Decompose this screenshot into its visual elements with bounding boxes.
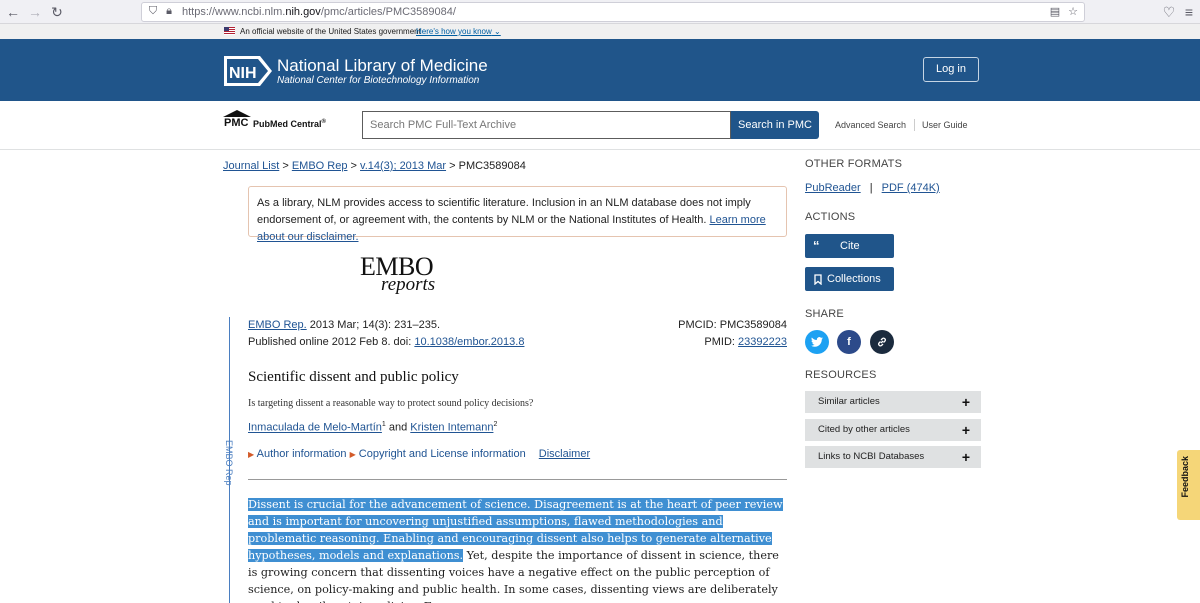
author-link[interactable]: Inmaculada de Melo-Martín xyxy=(248,422,382,434)
menu-icon[interactable]: ≡ xyxy=(1180,3,1198,21)
similar-articles-toggle[interactable]: Similar articles + xyxy=(805,391,981,413)
other-formats-heading: OTHER FORMATS xyxy=(805,158,903,170)
heres-how-link[interactable]: Here's how you know ⌄ xyxy=(416,27,501,36)
author-information-toggle[interactable]: Author information xyxy=(257,448,347,460)
side-journal-label: EMBO Rep xyxy=(224,440,234,486)
disclaimer-box: As a library, NLM provides access to sci… xyxy=(248,186,787,243)
copyright-license-toggle[interactable]: Copyright and License information xyxy=(359,448,526,460)
reload-icon[interactable]: ↻ xyxy=(48,3,66,21)
bookmark-star-icon[interactable]: ☆ xyxy=(1066,5,1080,18)
journal-link[interactable]: EMBO Rep xyxy=(292,160,348,172)
lock-icon[interactable]: 🔒︎ xyxy=(162,5,176,18)
plus-icon: + xyxy=(961,394,970,410)
twitter-icon[interactable] xyxy=(805,330,829,354)
divider xyxy=(914,119,915,131)
doi-link[interactable]: 10.1038/embor.2013.8 xyxy=(414,336,524,348)
svg-text:NIH: NIH xyxy=(229,65,257,82)
article-body-paragraph: Dissent is crucial for the advancement o… xyxy=(248,498,783,603)
us-flag-icon xyxy=(224,27,235,35)
divider xyxy=(248,479,787,480)
quote-icon: “ xyxy=(813,238,820,253)
nlm-header: NIH National Library of Medicine Nationa… xyxy=(0,39,1200,101)
pmid-link[interactable]: 23392223 xyxy=(738,336,787,348)
published-line: Published online 2012 Feb 8. doi: 10.103… xyxy=(248,336,525,348)
article-title: Scientific dissent and public policy xyxy=(248,369,459,385)
pdf-link[interactable]: PDF (474K) xyxy=(882,182,940,194)
plus-icon: + xyxy=(961,422,970,438)
triangle-right-icon: ▶ xyxy=(248,450,255,459)
back-arrow-icon[interactable]: ← xyxy=(4,3,22,21)
links-ncbi-toggle[interactable]: Links to NCBI Databases + xyxy=(805,446,981,468)
forward-arrow-icon[interactable]: → xyxy=(26,3,44,21)
cited-by-toggle[interactable]: Cited by other articles + xyxy=(805,419,981,441)
pmcid: PMCID: PMC3589084 xyxy=(678,319,787,331)
disclaimer-link[interactable]: Disclaimer xyxy=(539,448,590,460)
pmid: PMID: 23392223 xyxy=(704,336,787,348)
reader-view-icon[interactable]: ▤ xyxy=(1048,5,1062,18)
article-subtitle: Is targeting dissent a reasonable way to… xyxy=(248,398,534,409)
facebook-icon[interactable]: f xyxy=(837,330,861,354)
embo-reports-logo[interactable]: EMBO reports xyxy=(360,252,450,297)
actions-heading: ACTIONS xyxy=(805,211,856,223)
url-text[interactable]: https://www.ncbi.nlm.nih.gov/pmc/article… xyxy=(182,6,456,18)
volume-link[interactable]: v.14(3); 2013 Mar xyxy=(360,160,446,172)
login-button[interactable]: Log in xyxy=(923,57,979,82)
resources-heading: RESOURCES xyxy=(805,369,877,381)
gov-banner: An official website of the United States… xyxy=(0,24,1200,39)
breadcrumb: Journal List > EMBO Rep > v.14(3); 2013 … xyxy=(223,160,526,172)
format-links: PubReader | PDF (474K) xyxy=(805,182,940,194)
pmc-search-bar: PMC PubMed Central® Search PMC Full-Text… xyxy=(0,101,1200,150)
author-link[interactable]: Kristen Intemann xyxy=(410,422,493,434)
article-info-links: ▶ Author information ▶ Copyright and Lic… xyxy=(248,448,590,460)
authors: Inmaculada de Melo-Martín1 and Kristen I… xyxy=(248,421,498,434)
browser-toolbar: ← → ↻ ⛉ 🔒︎ https://www.ncbi.nlm.nih.gov/… xyxy=(0,0,1200,24)
nlm-title[interactable]: National Library of Medicine xyxy=(277,56,488,76)
search-button[interactable]: Search in PMC xyxy=(731,111,819,139)
pubreader-link[interactable]: PubReader xyxy=(805,182,861,194)
share-heading: SHARE xyxy=(805,308,844,320)
copy-link-icon[interactable] xyxy=(870,330,894,354)
plus-icon: + xyxy=(961,449,970,465)
feedback-button[interactable]: Feedback xyxy=(1177,450,1200,520)
pmc-logo-roof-icon xyxy=(223,110,251,117)
pocket-icon[interactable]: ♡ xyxy=(1160,3,1178,21)
gov-banner-text: An official website of the United States… xyxy=(240,27,421,36)
nih-logo[interactable]: NIH xyxy=(224,56,272,86)
cite-button[interactable]: “ Cite xyxy=(805,234,894,258)
advanced-search-link[interactable]: Advanced Search xyxy=(835,120,906,130)
bookmark-icon xyxy=(814,274,822,285)
user-guide-link[interactable]: User Guide xyxy=(922,120,968,130)
citation-line: EMBO Rep. 2013 Mar; 14(3): 231–235. xyxy=(248,319,441,331)
collections-button[interactable]: Collections xyxy=(805,267,894,291)
shield-icon[interactable]: ⛉ xyxy=(146,5,160,18)
url-bar[interactable]: ⛉ 🔒︎ https://www.ncbi.nlm.nih.gov/pmc/ar… xyxy=(141,2,1085,22)
triangle-right-icon: ▶ xyxy=(349,450,356,459)
nlm-subtitle: National Center for Biotechnology Inform… xyxy=(277,75,480,86)
journal-list-link[interactable]: Journal List xyxy=(223,160,279,172)
search-input[interactable]: Search PMC Full-Text Archive xyxy=(362,111,731,139)
breadcrumb-current: PMC3589084 xyxy=(458,160,526,172)
pmc-logo[interactable]: PMC PubMed Central® xyxy=(223,110,338,134)
journal-citation-link[interactable]: EMBO Rep. xyxy=(248,319,307,331)
